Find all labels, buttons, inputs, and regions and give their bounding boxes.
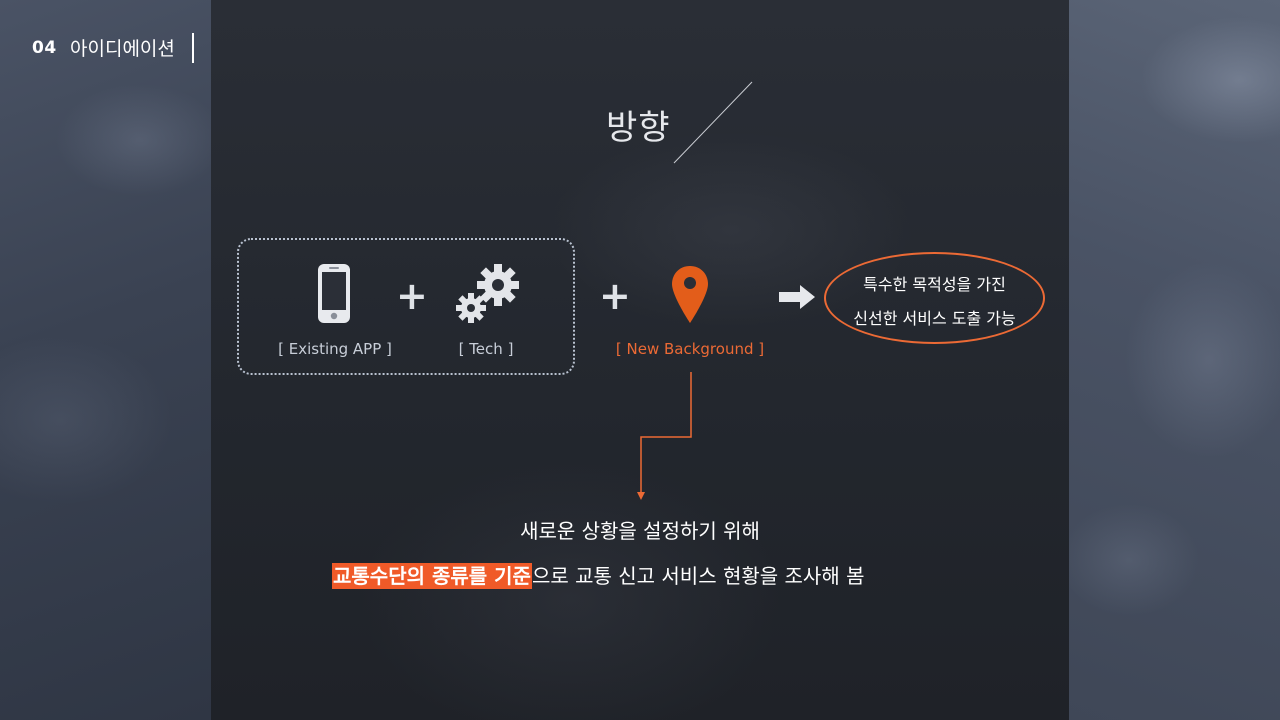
- section-title: 아이디에이션: [70, 38, 175, 60]
- page-title: 방향: [606, 108, 671, 148]
- conclusion-rest: 으로 교통 신고 서비스 현황을 조사해 봄: [531, 564, 865, 588]
- conclusion-highlight: 교통수단의 종류를 기준: [332, 563, 532, 589]
- connector-arrow: [637, 372, 692, 500]
- existing-app-caption: [ Existing APP ]: [278, 340, 392, 358]
- plus-sign: +: [396, 274, 428, 318]
- tech-caption: [ Tech ]: [458, 340, 514, 358]
- arrow-right-icon: [779, 285, 815, 309]
- gears-icon: [456, 264, 519, 323]
- result-ellipse: [824, 252, 1045, 344]
- heading-slash-decoration: [673, 81, 753, 164]
- result-line-2: 신선한 서비스 도출 가능: [853, 309, 1016, 328]
- result-line-1: 특수한 목적성을 가진: [863, 275, 1006, 294]
- section-number: 04: [32, 38, 57, 58]
- background-photo-left: [0, 0, 211, 720]
- smartphone-icon: [318, 264, 350, 323]
- plus-sign: +: [599, 274, 631, 318]
- conclusion-line-2: 교통수단의 종류를 기준으로 교통 신고 서비스 현황을 조사해 봄: [332, 560, 864, 589]
- section-divider: [192, 33, 194, 63]
- conclusion-line-1: 새로운 상황을 설정하기 위해: [520, 519, 760, 543]
- new-background-caption: [ New Background ]: [615, 340, 765, 358]
- background-photo-right: [1069, 0, 1280, 720]
- location-pin-icon: [672, 266, 708, 323]
